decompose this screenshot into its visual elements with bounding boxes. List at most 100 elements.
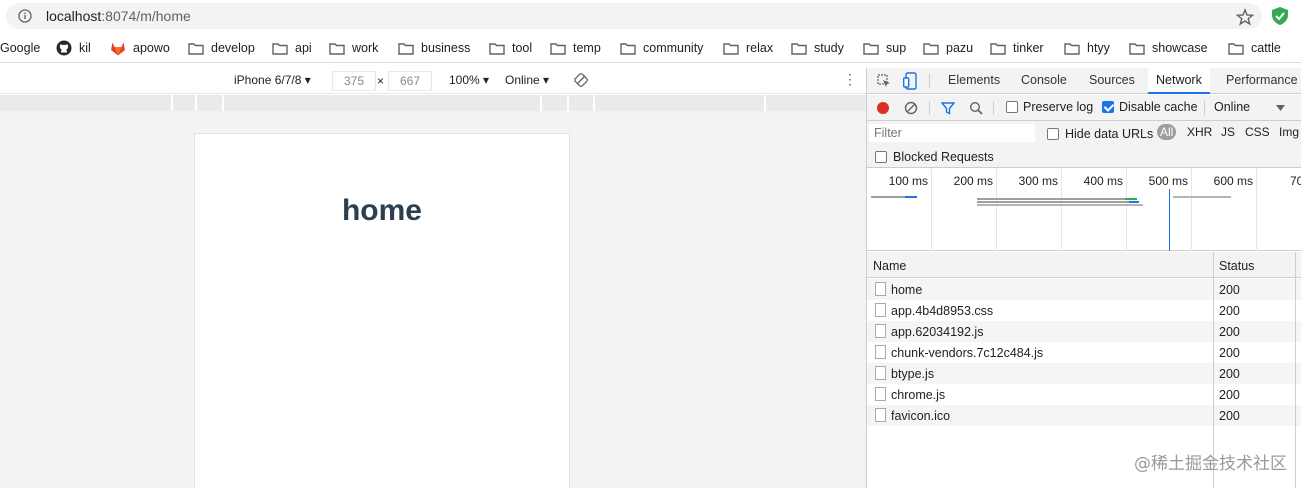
device-select[interactable]: iPhone 6/7/8 ▾ — [234, 73, 311, 87]
waterfall-bar — [905, 196, 917, 198]
url-path: :8074/m/home — [101, 8, 191, 24]
rotate-icon[interactable] — [574, 73, 588, 87]
disable-cache-checkbox[interactable] — [1102, 101, 1114, 113]
bookmark-apowo[interactable]: apowo — [110, 39, 170, 57]
type-filter-img[interactable]: Img — [1279, 125, 1299, 139]
bookmark-google[interactable]: Google — [0, 39, 40, 57]
table-row[interactable]: app.62034192.js 200 — [867, 321, 1301, 342]
bookmark-work[interactable]: work — [329, 39, 378, 57]
bookmark-relax[interactable]: relax — [723, 39, 773, 57]
folder-icon — [923, 42, 946, 55]
tab-network[interactable]: Network — [1148, 68, 1210, 94]
inspect-element-icon[interactable] — [877, 74, 891, 88]
url-text[interactable]: localhost:8074/m/home — [46, 8, 191, 24]
table-row[interactable]: home 200 — [867, 279, 1301, 300]
folder-icon — [398, 42, 421, 55]
table-row[interactable]: chunk-vendors.7c12c484.js 200 — [867, 342, 1301, 363]
table-row[interactable]: chrome.js 200 — [867, 384, 1301, 405]
requests-table-header: Name Status — [867, 252, 1301, 278]
bookmark-label: Google — [0, 41, 41, 55]
folder-icon — [990, 42, 1013, 55]
folder-icon — [863, 42, 886, 55]
column-status-header[interactable]: Status — [1219, 259, 1254, 273]
type-filter-js[interactable]: JS — [1221, 125, 1235, 139]
bookmark-label: tinker — [1013, 41, 1044, 55]
folder-icon — [791, 42, 814, 55]
bookmark-kil[interactable]: kil — [56, 39, 91, 57]
timeline-tick-label: 700 — [1290, 174, 1301, 188]
hide-data-urls-checkbox[interactable] — [1047, 128, 1059, 140]
tab-sources[interactable]: Sources — [1081, 68, 1143, 94]
table-row[interactable]: btype.js 200 — [867, 363, 1301, 384]
throttle-select[interactable]: Online ▾ — [505, 73, 549, 87]
type-filter-xhr[interactable]: XHR — [1187, 125, 1212, 139]
omnibox[interactable]: localhost:8074/m/home — [6, 3, 1262, 29]
type-filter-all[interactable]: All — [1157, 124, 1177, 140]
bookmark-label: pazu — [946, 41, 974, 55]
address-bar: localhost:8074/m/home — [0, 0, 1301, 33]
tab-elements[interactable]: Elements — [940, 68, 1008, 94]
info-icon[interactable] — [18, 9, 32, 23]
document-icon — [875, 366, 886, 380]
bookmark-pazu[interactable]: pazu — [923, 39, 973, 57]
bookmark-sup[interactable]: sup — [863, 39, 906, 57]
table-row[interactable]: favicon.ico 200 — [867, 405, 1301, 426]
bookmark-htyy[interactable]: htyy — [1064, 39, 1110, 57]
request-name: favicon.ico — [891, 409, 951, 423]
viewport-width-input[interactable]: 375 — [332, 71, 376, 91]
chevron-down-icon[interactable] — [1276, 105, 1285, 111]
bookmark-community[interactable]: community — [620, 39, 703, 57]
bookmark-showcase[interactable]: showcase — [1129, 39, 1208, 57]
waterfall-bar — [977, 201, 1139, 203]
bookmark-api[interactable]: api — [272, 39, 312, 57]
clear-icon[interactable] — [904, 101, 918, 115]
timeline-gridline — [1061, 169, 1062, 251]
timeline-tick-label: 100 ms — [888, 174, 928, 188]
bookmark-label: cattle — [1251, 41, 1281, 55]
network-throttle-select[interactable]: Online — [1214, 100, 1250, 114]
bookmark-business[interactable]: business — [398, 39, 470, 57]
tab-console[interactable]: Console — [1013, 68, 1075, 94]
bookmark-develop[interactable]: develop — [188, 39, 255, 57]
bookmark-label: apowo — [133, 41, 170, 55]
record-icon[interactable] — [876, 101, 890, 115]
star-icon[interactable] — [1236, 8, 1254, 26]
bookmark-tool[interactable]: tool — [489, 39, 532, 57]
document-icon — [875, 345, 886, 359]
bookmarks-bar: Google kil apowo develop api work business tool… — [0, 33, 1301, 63]
more-options-icon[interactable]: ⋮ — [843, 71, 857, 88]
extension-shield-icon[interactable] — [1271, 6, 1289, 26]
network-overview-timeline[interactable]: 100 ms 200 ms 300 ms 400 ms 500 ms 600 ms 700 — [867, 169, 1301, 251]
document-icon — [875, 387, 886, 401]
url-host: localhost — [46, 8, 102, 24]
blocked-requests-checkbox[interactable] — [875, 151, 887, 163]
bookmark-tinker[interactable]: tinker — [990, 39, 1044, 57]
folder-icon — [620, 42, 643, 55]
request-name: chunk-vendors.7c12c484.js — [891, 346, 1044, 360]
page-heading: home — [341, 194, 422, 227]
bookmark-study[interactable]: study — [791, 39, 844, 57]
request-name: chrome.js — [891, 388, 946, 402]
bookmark-cattle[interactable]: cattle — [1228, 39, 1281, 57]
media-query-ruler — [0, 95, 866, 111]
type-filter-css[interactable]: CSS — [1245, 125, 1270, 139]
bookmark-label: work — [352, 41, 379, 55]
load-event-marker — [1169, 189, 1170, 251]
preserve-log-checkbox[interactable] — [1006, 101, 1018, 113]
bookmark-temp[interactable]: temp — [550, 39, 601, 57]
request-status: 200 — [1219, 388, 1240, 402]
search-icon[interactable] — [969, 101, 983, 115]
bookmark-label: community — [643, 41, 704, 55]
request-status: 200 — [1219, 367, 1240, 381]
folder-icon — [272, 42, 295, 55]
filter-input[interactable] — [869, 124, 1035, 142]
zoom-select[interactable]: 100% ▾ — [449, 73, 489, 87]
tab-performance[interactable]: Performance — [1218, 68, 1301, 94]
table-row[interactable]: app.4b4d8953.css 200 — [867, 300, 1301, 321]
column-name-header[interactable]: Name — [873, 259, 906, 273]
blocked-requests-bar: Blocked Requests — [867, 146, 1301, 168]
waterfall-bar — [1173, 196, 1231, 198]
filter-icon[interactable] — [941, 101, 955, 115]
viewport-height-input[interactable]: 667 — [388, 71, 432, 91]
device-toggle-icon[interactable] — [903, 72, 917, 90]
